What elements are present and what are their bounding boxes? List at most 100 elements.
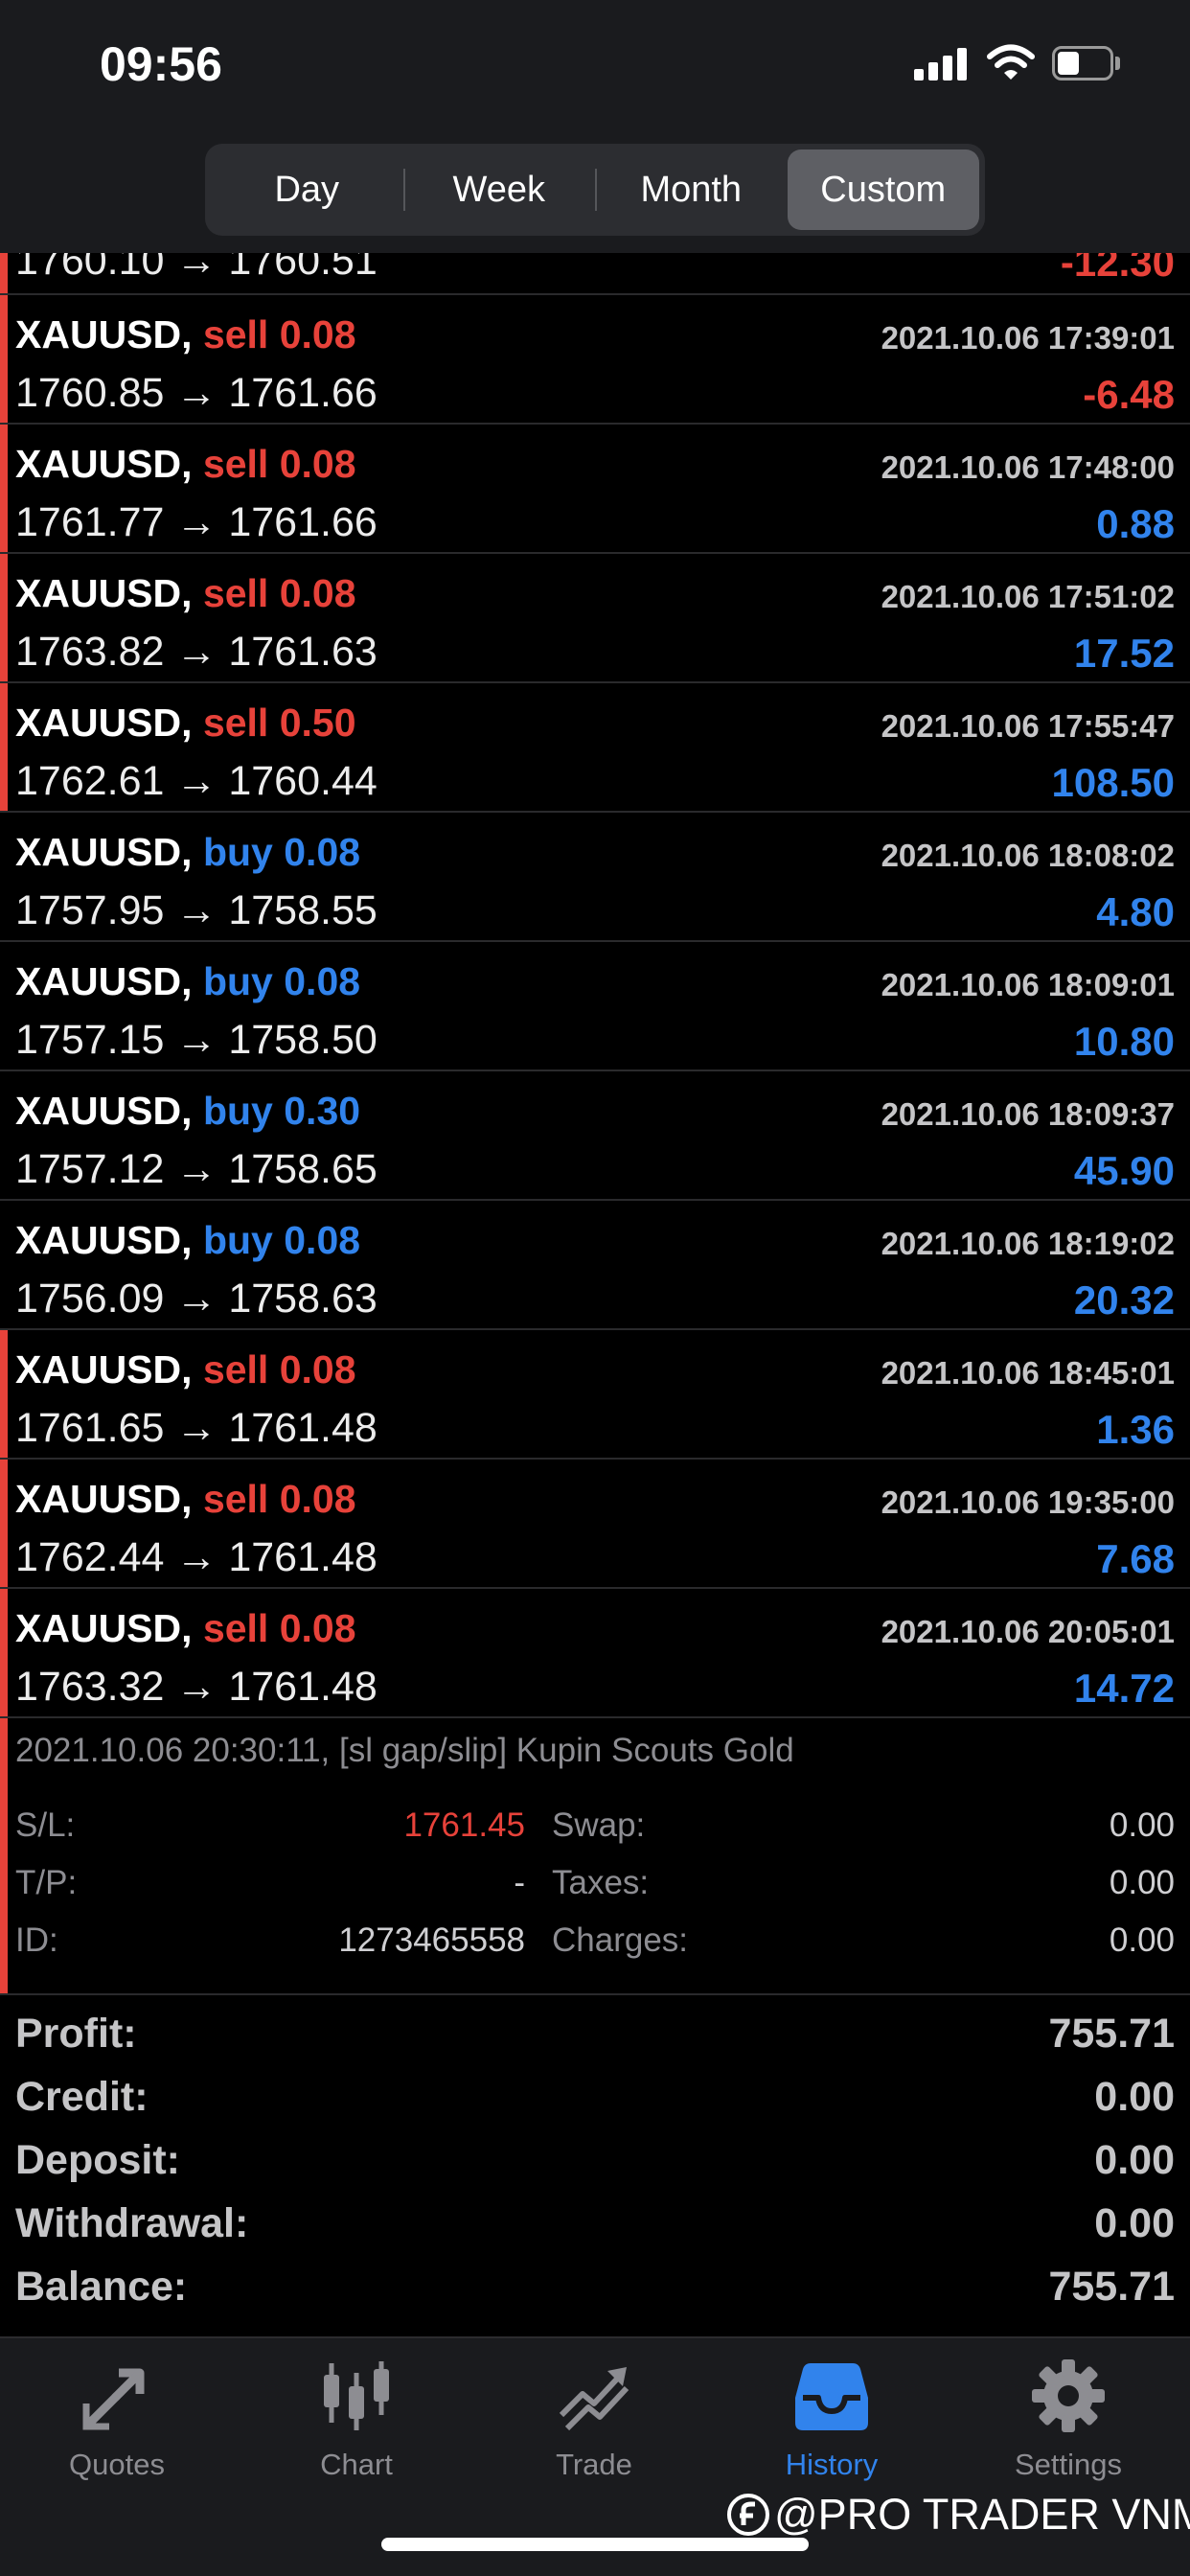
open-price: 1763.32 <box>15 1664 165 1710</box>
open-price: 1761.65 <box>15 1405 165 1451</box>
deal-time: 2021.10.06 17:51:02 <box>881 579 1175 614</box>
tp-label: T/P: <box>15 1864 78 1901</box>
deal-symbol: XAUUSD, <box>15 571 193 615</box>
tab-quotes[interactable]: Quotes <box>21 2356 213 2490</box>
deal-row[interactable]: XAUUSD, buy 0.30 2021.10.06 18:09:37 1757.… <box>0 1071 1190 1201</box>
summary-label: Deposit: <box>15 2137 180 2183</box>
deal-profit: 20.32 <box>1073 1277 1175 1322</box>
home-indicator <box>381 2538 809 2551</box>
deal-symbol: XAUUSD, <box>15 1347 193 1392</box>
deal-row[interactable]: XAUUSD, sell 0.08 2021.10.06 18:45:01 1761… <box>0 1330 1190 1460</box>
deal-title: XAUUSD, sell 0.08 <box>15 1477 356 1522</box>
history-icon <box>795 2363 868 2430</box>
open-price: 1761.77 <box>15 499 165 545</box>
deal-row[interactable]: XAUUSD, buy 0.08 2021.10.06 18:19:02 1756.… <box>0 1201 1190 1330</box>
deal-title: XAUUSD, sell 0.08 <box>15 571 356 616</box>
deal-profit: 4.80 <box>1096 889 1175 934</box>
summary-row-deposit: Deposit: 0.00 <box>0 2128 1190 2191</box>
deal-symbol: XAUUSD, <box>15 1089 193 1133</box>
deal-volume: 0.08 <box>284 1218 361 1262</box>
close-price: 1758.50 <box>228 1017 378 1063</box>
tab-label: Settings <box>1014 2448 1122 2481</box>
deal-time: 2021.10.06 18:09:37 <box>881 1096 1175 1132</box>
summary-row-profit: Profit: 755.71 <box>0 2001 1190 2064</box>
deal-side: sell <box>202 1347 269 1392</box>
battery-icon <box>1052 46 1121 80</box>
sl-value: 1761.45 <box>403 1806 525 1844</box>
deal-title: XAUUSD, buy 0.30 <box>15 1089 360 1134</box>
summary-row-balance: Balance: 755.71 <box>0 2254 1190 2317</box>
deal-prices: 1761.77 → 1761.66 <box>15 499 378 546</box>
wifi-icon <box>987 44 1035 80</box>
deal-volume: 0.08 <box>279 1606 356 1650</box>
period-day[interactable]: Day <box>211 150 403 230</box>
tab-chart[interactable]: Chart <box>261 2356 452 2490</box>
watermark: @PRO TRADER VNM <box>726 2490 1190 2540</box>
deal-row[interactable]: XAUUSD, buy 0.08 2021.10.06 18:09:01 1757.… <box>0 942 1190 1071</box>
open-price: 1762.61 <box>15 758 165 804</box>
deal-row[interactable]: XAUUSD, sell 0.08 2021.10.06 17:39:01 1760… <box>0 295 1190 425</box>
close-price: 1758.63 <box>228 1276 378 1322</box>
open-price: 1763.82 <box>15 629 165 675</box>
summary-value: 755.71 <box>1048 2011 1175 2057</box>
tab-label: Chart <box>320 2448 393 2481</box>
close-price: 1758.55 <box>228 887 378 933</box>
tab-history[interactable]: History <box>736 2356 927 2490</box>
arrow-right-icon: → <box>164 1534 229 1580</box>
close-price: 1761.66 <box>228 499 378 545</box>
period-month[interactable]: Month <box>595 150 788 230</box>
arrow-right-icon: → <box>164 370 229 416</box>
deal-prices: 1763.32 → 1761.48 <box>15 1664 378 1711</box>
deal-side: sell <box>202 701 269 745</box>
deal-time: 2021.10.06 17:48:00 <box>881 449 1175 485</box>
period-selector: Day Week Month Custom <box>205 144 985 236</box>
deal-volume: 0.08 <box>284 830 361 874</box>
charges-label: Charges: <box>552 1921 689 1959</box>
tab-trade[interactable]: Trade <box>498 2356 690 2490</box>
deal-symbol: XAUUSD, <box>15 312 193 356</box>
deal-volume: 0.08 <box>279 1347 356 1392</box>
summary-value: 0.00 <box>1094 2137 1175 2183</box>
watermark-text: @PRO TRADER VNM <box>774 2490 1190 2539</box>
swap-value: 0.00 <box>1109 1806 1175 1844</box>
deal-symbol: XAUUSD, <box>15 959 193 1003</box>
settings-icon <box>1032 2359 1105 2432</box>
deal-row[interactable]: XAUUSD, sell 0.08 2021.10.06 20:05:01 1763… <box>0 1589 1190 1718</box>
deal-row[interactable]: XAUUSD, sell 0.08 2021.10.06 19:35:00 1762… <box>0 1460 1190 1589</box>
charges-value: 0.00 <box>1109 1921 1175 1959</box>
period-custom[interactable]: Custom <box>787 150 979 230</box>
deal-row[interactable]: XAUUSD, sell 0.08 2021.10.06 17:48:00 1761… <box>0 425 1190 554</box>
deal-symbol: XAUUSD, <box>15 1218 193 1262</box>
deal-title: XAUUSD, buy 0.08 <box>15 1218 360 1263</box>
deal-row[interactable]: XAUUSD, buy 0.08 2021.10.06 18:08:02 1757.… <box>0 813 1190 942</box>
deal-profit: 45.90 <box>1073 1148 1175 1193</box>
tab-settings[interactable]: Settings <box>973 2356 1164 2490</box>
open-price: 1757.95 <box>15 887 165 933</box>
deal-profit: -6.48 <box>1083 372 1175 417</box>
deal-prices: 1757.95 → 1758.55 <box>15 887 378 934</box>
summary-value: 0.00 <box>1094 2200 1175 2246</box>
deal-volume: 0.08 <box>279 571 356 615</box>
deal-time: 2021.10.06 18:08:02 <box>881 838 1175 873</box>
close-price: 1761.48 <box>228 1534 378 1580</box>
quotes-icon <box>82 2368 145 2430</box>
tp-value: - <box>514 1864 525 1901</box>
arrow-right-icon: → <box>164 1405 229 1451</box>
deal-title: XAUUSD, sell 0.08 <box>15 1347 356 1392</box>
deal-row[interactable]: XAUUSD, sell 0.08 2021.10.06 17:51:02 1763… <box>0 554 1190 683</box>
close-price: 1760.44 <box>228 758 378 804</box>
deal-prices: 1763.82 → 1761.63 <box>15 629 378 676</box>
deal-profit: 7.68 <box>1096 1536 1175 1581</box>
summary-label: Credit: <box>15 2074 149 2120</box>
period-week[interactable]: Week <box>402 150 596 230</box>
deal-prices: 1760.85 → 1761.66 <box>15 370 378 417</box>
close-price: 1761.66 <box>228 370 378 416</box>
deal-profit: 14.72 <box>1073 1666 1175 1711</box>
deal-profit: 10.80 <box>1073 1019 1175 1064</box>
taxes-label: Taxes: <box>552 1864 650 1901</box>
deal-profit: 0.88 <box>1096 501 1175 546</box>
open-price: 1757.12 <box>15 1146 165 1192</box>
deal-volume: 0.08 <box>284 959 361 1003</box>
deal-time: 2021.10.06 18:09:01 <box>881 967 1175 1002</box>
deal-row[interactable]: XAUUSD, sell 0.50 2021.10.06 17:55:47 1762… <box>0 683 1190 813</box>
